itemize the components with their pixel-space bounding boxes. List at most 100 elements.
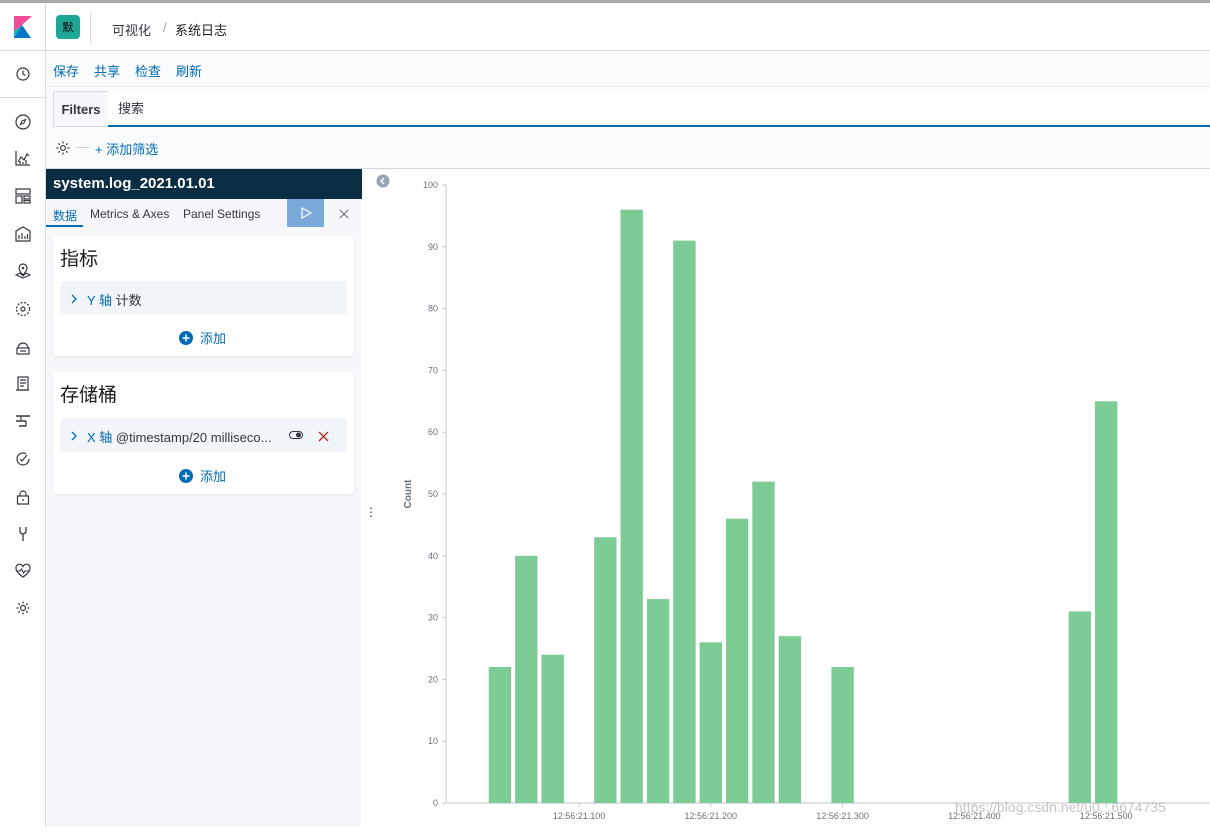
add-bucket-label: 添加 <box>200 469 227 484</box>
ml-icon[interactable] <box>13 299 33 319</box>
toggle-icon[interactable] <box>289 428 303 446</box>
filter-settings-icon[interactable] <box>55 140 71 161</box>
kibana-logo[interactable] <box>0 3 46 51</box>
close-icon[interactable] <box>334 204 354 224</box>
chart-bar <box>778 636 802 803</box>
metrics-card: 指标 Y 轴 计数 添加 <box>53 236 354 356</box>
y-axis-title: Count <box>403 479 414 509</box>
chart-bar <box>831 667 854 803</box>
header-divider <box>90 13 91 43</box>
save-link[interactable]: 保存 <box>53 61 79 80</box>
breadcrumb-visualize[interactable]: 可视化 <box>112 20 151 39</box>
maps-icon[interactable] <box>13 261 33 281</box>
y-tick-label: 60 <box>428 427 438 437</box>
y-tick-label: 80 <box>428 304 438 314</box>
x-tick-label: 12:56:21.300 <box>816 811 869 821</box>
plus-circle-icon <box>179 330 193 345</box>
chart-bar <box>646 599 670 803</box>
monitoring-icon[interactable] <box>13 561 33 581</box>
resize-handle-icon[interactable]: ⋮ <box>365 505 377 519</box>
refresh-link[interactable]: 刷新 <box>176 61 202 80</box>
x-axis-label: X 轴 <box>87 430 113 445</box>
top-menu: 保存 共享 检查 刷新 <box>46 51 1210 87</box>
y-tick-label: 10 <box>428 736 438 746</box>
space-avatar[interactable]: 默 <box>56 15 80 39</box>
canvas-icon[interactable] <box>13 224 33 244</box>
filter-bar: Filters — + 添加筛选 <box>46 87 1210 169</box>
chart-bar <box>752 481 775 803</box>
chart-bar <box>673 240 696 803</box>
search-input[interactable] <box>108 91 1210 127</box>
chart-bar <box>1095 401 1118 803</box>
chart-bar <box>620 209 643 804</box>
apply-button[interactable] <box>287 199 324 227</box>
add-metric-label: 添加 <box>200 331 227 346</box>
remove-icon[interactable] <box>318 429 329 447</box>
y-tick-label: 40 <box>428 551 438 561</box>
add-metric-button[interactable]: 添加 <box>179 328 226 347</box>
watermark: https://blog.csdn.net/u0...6674735 <box>955 799 1166 815</box>
inspect-link[interactable]: 检查 <box>135 61 161 80</box>
chevron-right-icon[interactable] <box>70 291 78 309</box>
y-tick-label: 20 <box>428 674 438 684</box>
add-bucket-button[interactable]: 添加 <box>179 466 226 485</box>
plus-circle-icon <box>179 468 193 483</box>
infra-icon[interactable] <box>13 337 33 357</box>
y-tick-label: 30 <box>428 613 438 623</box>
metric-y-axis-row[interactable]: Y 轴 计数 <box>60 281 347 315</box>
uptime-icon[interactable] <box>13 449 33 469</box>
editor-tabs: 数据 Metrics & Axes Panel Settings <box>46 199 362 229</box>
visualize-icon[interactable] <box>13 148 33 168</box>
chart-bar <box>594 537 617 803</box>
chevron-right-icon[interactable] <box>70 428 78 446</box>
metric-agg-label: Y 轴 计数 <box>87 290 142 309</box>
y-tick-label: 100 <box>423 180 438 190</box>
active-tab-indicator <box>46 225 83 227</box>
y-tick-label: 70 <box>428 365 438 375</box>
metrics-heading: 指标 <box>60 249 99 270</box>
buckets-heading: 存储桶 <box>60 385 118 406</box>
breadcrumb-separator: / <box>163 20 167 35</box>
top-header: 默 可视化 / 系统日志 <box>0 0 1210 51</box>
apm-icon[interactable] <box>13 412 33 432</box>
index-pattern-title: system.log_2021.01.01 <box>46 169 362 199</box>
x-tick-label: 12:56:21.200 <box>685 811 738 821</box>
collapse-sidebar-icon[interactable] <box>376 174 390 193</box>
filter-divider: — <box>76 139 89 154</box>
management-icon[interactable] <box>13 598 33 618</box>
chart-bar <box>488 667 512 803</box>
add-filter-link[interactable]: + 添加筛选 <box>95 139 158 158</box>
tab-metrics-axes[interactable]: Metrics & Axes <box>90 207 169 221</box>
metric-agg-text: 计数 <box>112 293 142 308</box>
dashboard-icon[interactable] <box>13 186 33 206</box>
chart-area: 0 10 20 30 40 50 60 70 80 90 100 Count 12:56:21.100 1… <box>396 169 1210 827</box>
bucket-x-axis-row[interactable]: X 轴 @timestamp/20 milliseco... <box>60 418 347 452</box>
y-tick-label: 0 <box>433 798 438 808</box>
y-tick-label: 50 <box>428 489 438 499</box>
breadcrumb-current: 系统日志 <box>175 23 228 38</box>
chart-bar <box>725 518 749 803</box>
chart-bar <box>541 654 564 803</box>
bucket-agg-label: X 轴 @timestamp/20 milliseco... <box>87 427 271 446</box>
bar-chart: 0 10 20 30 40 50 60 70 80 90 100 Count 12:56:21.100 1… <box>403 180 1210 821</box>
editor-sidebar: system.log_2021.01.01 数据 Metrics & Axes … <box>46 169 362 827</box>
filters-label: Filters <box>53 91 108 127</box>
compass-icon[interactable] <box>13 112 33 132</box>
logs-icon[interactable] <box>13 374 33 394</box>
tab-data[interactable]: 数据 <box>53 207 77 224</box>
chart-bar <box>515 555 538 803</box>
tab-panel-settings[interactable]: Panel Settings <box>183 207 260 221</box>
buckets-card: 存储桶 X 轴 @timestamp/20 milliseco... 添加 <box>53 372 354 494</box>
y-axis-label: Y 轴 <box>87 293 113 308</box>
clock-icon[interactable] <box>13 64 33 84</box>
devtools-icon[interactable] <box>13 524 33 544</box>
side-nav <box>0 51 46 827</box>
y-tick-label: 90 <box>428 242 438 252</box>
share-link[interactable]: 共享 <box>94 61 120 80</box>
x-tick-label: 12:56:21.100 <box>553 811 606 821</box>
nav-divider <box>0 97 46 98</box>
security-icon[interactable] <box>13 487 33 507</box>
bucket-agg-text: @timestamp/20 milliseco... <box>112 430 272 445</box>
chart-bar <box>699 642 722 803</box>
chart-bar <box>1068 611 1092 803</box>
